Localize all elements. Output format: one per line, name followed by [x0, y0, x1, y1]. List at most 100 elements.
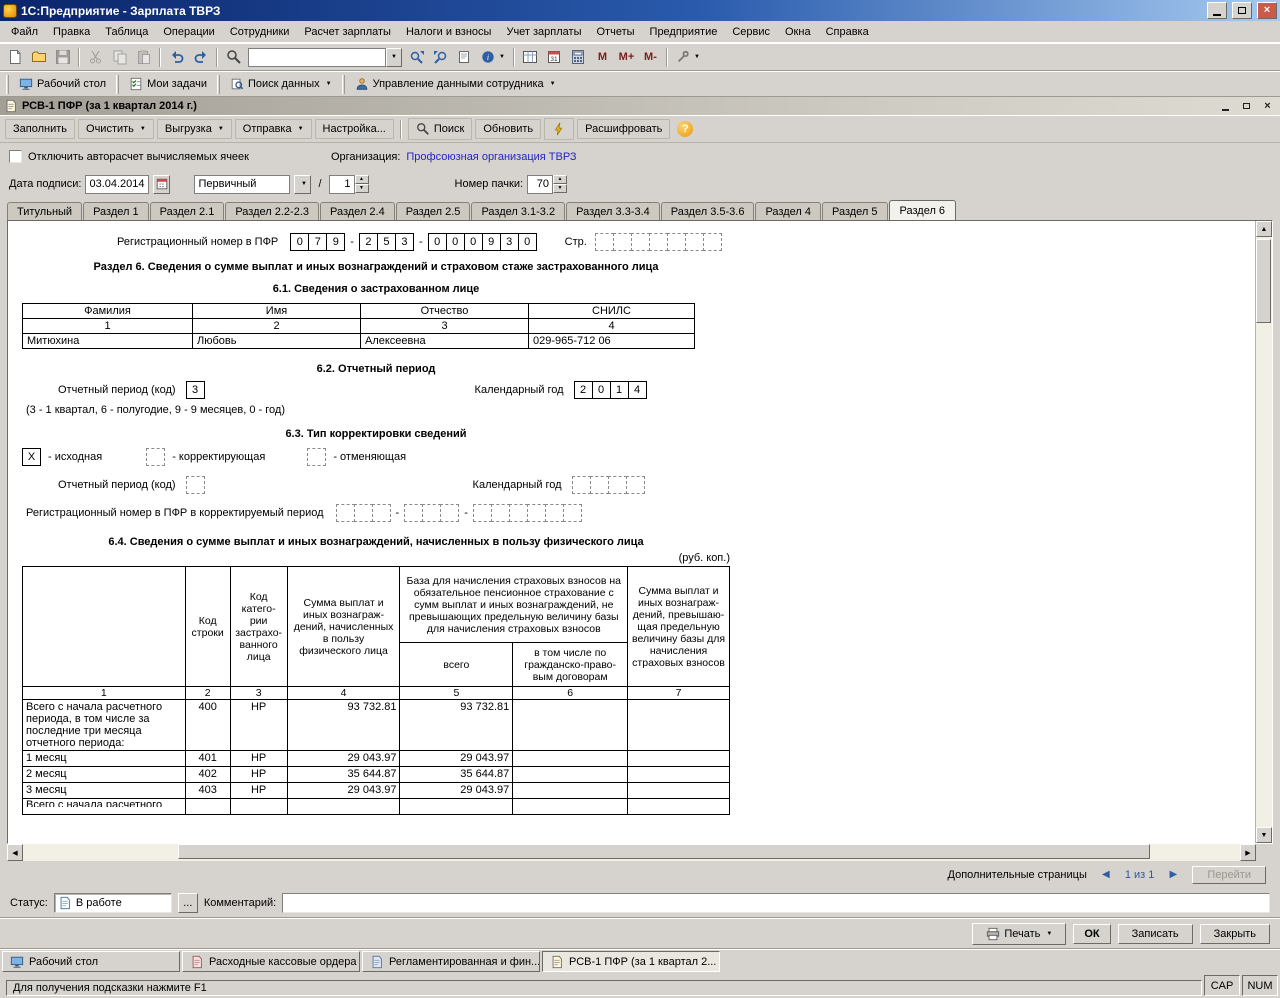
sign-date-input[interactable] [85, 175, 149, 194]
help-button[interactable]: ? [677, 121, 693, 137]
comment-input[interactable] [282, 893, 1270, 913]
toolbar-grip[interactable] [217, 75, 220, 94]
pack-number-input[interactable] [527, 175, 553, 194]
year-digit[interactable]: 4 [628, 381, 647, 399]
tab-razdel-5[interactable]: Раздел 5 [822, 202, 888, 220]
search-input[interactable] [248, 48, 386, 67]
spin-up-button[interactable]: ▲ [355, 175, 369, 184]
row-base[interactable]: 93 732.81 [400, 700, 513, 751]
employee-data-button[interactable]: Управление данными сотрудника ▼ [349, 73, 562, 95]
open-icon[interactable] [27, 46, 50, 68]
corr-reg-digit[interactable] [509, 504, 528, 522]
scroll-up-button[interactable]: ▲ [1256, 221, 1272, 237]
menu-file[interactable]: Файл [4, 23, 45, 41]
decrypt-button[interactable]: Расшифровать [577, 119, 670, 139]
row-category[interactable]: НР [230, 700, 287, 751]
menu-payroll-accounting[interactable]: Учет зарплаты [499, 23, 588, 41]
person-lastname[interactable]: Митюхина [23, 334, 193, 349]
prev-page-button[interactable]: ◀ [1095, 865, 1117, 884]
find-next-icon[interactable] [405, 46, 428, 68]
memory-minus-button[interactable]: M- [639, 46, 662, 68]
corr-reg-digit[interactable] [404, 504, 423, 522]
scroll-left-button[interactable]: ◀ [7, 844, 23, 861]
search-dropdown-button[interactable]: ▼ [386, 48, 402, 67]
corr-reg-digit[interactable] [563, 504, 582, 522]
row-civil[interactable] [513, 751, 628, 767]
reg-digit[interactable]: 0 [518, 233, 537, 251]
menu-windows[interactable]: Окна [778, 23, 818, 41]
row-sum[interactable]: 29 043.97 [287, 751, 400, 767]
decrypt-icon-button[interactable] [544, 118, 574, 140]
memory-button[interactable]: M [591, 46, 614, 68]
row-sum[interactable]: 35 644.87 [287, 767, 400, 783]
page-digit[interactable] [613, 233, 632, 251]
reg-digit[interactable]: 9 [482, 233, 501, 251]
reg-digit[interactable]: 0 [464, 233, 483, 251]
taskbar-cash-orders[interactable]: Расходные кассовые ордера [182, 951, 360, 972]
row-sum[interactable]: 93 732.81 [287, 700, 400, 751]
page-digit[interactable] [649, 233, 668, 251]
tab-razdel-2-4[interactable]: Раздел 2.4 [320, 202, 395, 220]
tab-razdel-3-1-3-2[interactable]: Раздел 3.1-3.2 [471, 202, 565, 220]
row-over[interactable] [628, 700, 730, 751]
menu-help[interactable]: Справка [819, 23, 876, 41]
toolbar-grip[interactable] [6, 75, 9, 94]
my-tasks-button[interactable]: Мои задачи [123, 73, 213, 95]
calculator-icon[interactable] [567, 46, 590, 68]
page-digit[interactable] [631, 233, 650, 251]
corr-reg-digit[interactable] [354, 504, 373, 522]
corr-reg-digit[interactable] [545, 504, 564, 522]
spin-down-button[interactable]: ▼ [355, 184, 369, 193]
row-civil[interactable] [513, 783, 628, 799]
send-button[interactable]: Отправка▼ [235, 119, 312, 139]
copy-icon[interactable] [108, 46, 131, 68]
close-button[interactable]: × [1257, 2, 1277, 19]
corr-reg-digit[interactable] [336, 504, 355, 522]
reg-digit[interactable]: 7 [308, 233, 327, 251]
ok-button[interactable]: ОК [1073, 924, 1110, 944]
spin-up-button[interactable]: ▲ [553, 175, 567, 184]
page-digit[interactable] [667, 233, 686, 251]
doc-minimize-button[interactable] [1217, 99, 1234, 114]
info-button[interactable]: i▼ [477, 46, 509, 68]
menu-enterprise[interactable]: Предприятие [643, 23, 725, 41]
tab-razdel-6[interactable]: Раздел 6 [889, 200, 957, 220]
autocalc-checkbox[interactable] [9, 150, 22, 163]
reg-digit[interactable]: 9 [326, 233, 345, 251]
corr-reg-digit[interactable] [491, 504, 510, 522]
page-digit[interactable] [595, 233, 614, 251]
row-sum[interactable]: 29 043.97 [287, 783, 400, 799]
original-checkbox[interactable]: X [22, 448, 41, 466]
tab-razdel-3-3-3-4[interactable]: Раздел 3.3-3.4 [566, 202, 660, 220]
corr-reg-digit[interactable] [473, 504, 492, 522]
corr-year-digit[interactable] [572, 476, 591, 494]
status-more-button[interactable]: ... [178, 893, 198, 913]
clear-button[interactable]: Очистить▼ [78, 119, 154, 139]
row-category[interactable]: НР [230, 751, 287, 767]
year-digit[interactable]: 1 [610, 381, 629, 399]
page-digit[interactable] [703, 233, 722, 251]
minimize-button[interactable] [1207, 2, 1227, 19]
close-window-button[interactable]: Закрыть [1200, 924, 1270, 944]
organization-value[interactable]: Профсоюзная организация ТВРЗ [406, 151, 576, 163]
scroll-down-button[interactable]: ▼ [1256, 827, 1272, 843]
reg-digit[interactable]: 0 [428, 233, 447, 251]
menu-edit[interactable]: Правка [46, 23, 97, 41]
reg-digit[interactable]: 2 [359, 233, 378, 251]
row-category[interactable]: НР [230, 783, 287, 799]
row-base[interactable]: 35 644.87 [400, 767, 513, 783]
paste-icon[interactable] [132, 46, 155, 68]
memory-plus-button[interactable]: M+ [615, 46, 638, 68]
corr-year-digit[interactable] [608, 476, 627, 494]
desktop-button[interactable]: Рабочий стол [13, 73, 112, 95]
correcting-checkbox[interactable] [146, 448, 165, 466]
corr-reg-digit[interactable] [372, 504, 391, 522]
menu-table[interactable]: Таблица [98, 23, 155, 41]
reg-digit[interactable]: 0 [290, 233, 309, 251]
goto-button[interactable]: Перейти [1192, 866, 1266, 884]
save-button[interactable]: Записать [1118, 924, 1193, 944]
spin-down-button[interactable]: ▼ [553, 184, 567, 193]
table-icon[interactable] [519, 46, 542, 68]
data-search-button[interactable]: Поиск данных ▼ [224, 73, 338, 95]
row-category[interactable]: НР [230, 767, 287, 783]
